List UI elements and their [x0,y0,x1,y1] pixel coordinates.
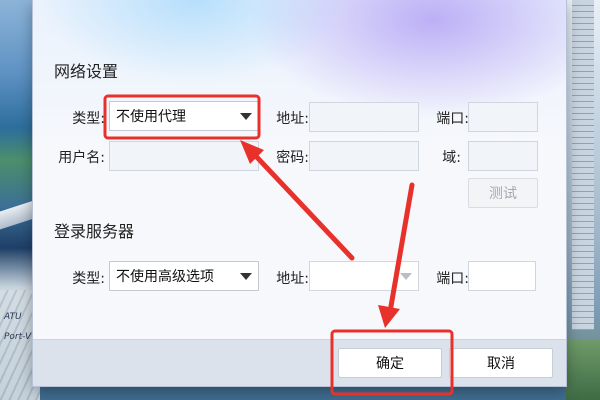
network-username-label: 用户名: [58,150,105,166]
login-type-select[interactable]: 不使用高级选项 [109,261,259,291]
wallpaper-map-text: ATU [4,312,22,322]
network-password-input[interactable] [309,141,419,171]
chevron-down-icon [400,272,412,280]
login-port-label: 端口: [436,271,469,287]
network-address-input[interactable] [309,102,419,132]
network-type-value: 不使用代理 [116,109,186,125]
network-type-label: 类型: [72,111,105,127]
login-type-value: 不使用高级选项 [116,269,214,285]
network-username-input[interactable] [109,141,259,171]
chevron-down-icon [240,112,252,120]
network-port-label: 端口: [436,111,469,127]
network-domain-input[interactable] [468,141,538,171]
wallpaper-grass [566,340,600,400]
chevron-down-icon [240,272,252,280]
proxy-settings-dialog: 网络设置 类型: 不使用代理 地址: 端口: 用户名: 密码: 域: 测试 登录… [33,0,566,386]
login-port-input[interactable] [468,261,536,291]
network-type-select[interactable]: 不使用代理 [109,101,259,131]
cancel-button[interactable]: 取消 [449,348,553,378]
network-password-label: 密码: [276,150,309,166]
desktop-wallpaper-right [566,0,600,400]
network-port-input[interactable] [468,102,538,132]
login-address-combo[interactable] [309,261,419,291]
wallpaper-building [572,0,594,330]
login-address-label: 地址: [276,271,309,287]
test-button[interactable]: 测试 [468,178,538,208]
network-address-label: 地址: [276,111,309,127]
wallpaper-map-text: Port-V [4,332,32,342]
ok-button[interactable]: 确定 [338,348,442,378]
network-domain-label: 域: [442,150,461,166]
login-type-label: 类型: [72,271,105,287]
login-server-title: 登录服务器 [54,222,135,241]
network-settings-title: 网络设置 [54,62,119,81]
